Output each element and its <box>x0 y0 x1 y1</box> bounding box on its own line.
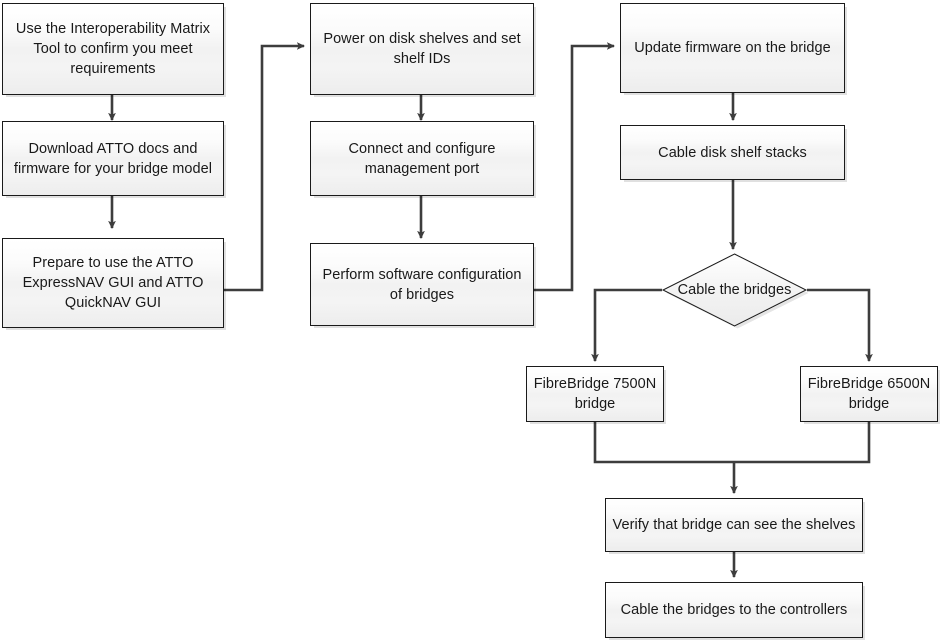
node-cable-bridges-to-controllers[interactable]: Cable the bridges to the controllers <box>605 582 863 638</box>
node-verify-bridge-sees-shelves[interactable]: Verify that bridge can see the shelves <box>605 498 863 552</box>
edge-n9-n11 <box>807 288 873 363</box>
node-label: Connect and configure management port <box>348 140 496 177</box>
edge-n11-merge <box>734 422 871 464</box>
node-software-configuration[interactable]: Perform software configuration of bridge… <box>310 243 534 326</box>
node-label: Cable disk shelf stacks <box>658 144 807 161</box>
node-cable-the-bridges-decision[interactable]: Cable the bridges <box>661 253 809 329</box>
node-label: FibreBridge 6500N bridge <box>807 376 931 412</box>
node-update-firmware[interactable]: Update firmware on the bridge <box>620 3 845 93</box>
node-label: Prepare to use the ATTO ExpressNAV GUI a… <box>22 255 204 311</box>
node-fibrebridge-6500n[interactable]: FibreBridge 6500N bridge <box>800 366 938 422</box>
node-power-on-disk-shelves[interactable]: Power on disk shelves and set shelf IDs <box>310 3 534 95</box>
node-prepare-atto-guis[interactable]: Prepare to use the ATTO ExpressNAV GUI a… <box>2 238 224 328</box>
node-label: Update firmware on the bridge <box>634 40 831 56</box>
node-interoperability-matrix[interactable]: Use the Interoperability Matrix Tool to … <box>2 3 224 95</box>
node-cable-disk-shelf-stacks[interactable]: Cable disk shelf stacks <box>620 125 845 180</box>
edge-n10-merge <box>593 422 734 464</box>
node-download-atto-docs[interactable]: Download ATTO docs and firmware for your… <box>2 121 224 196</box>
node-label: Use the Interoperability Matrix Tool to … <box>15 21 211 77</box>
edge-n6-n7 <box>534 42 616 292</box>
flowchart-canvas: Use the Interoperability Matrix Tool to … <box>0 0 942 642</box>
node-label: Verify that bridge can see the shelves <box>612 517 856 533</box>
edge-n9-n10 <box>591 288 662 363</box>
node-fibrebridge-7500n[interactable]: FibreBridge 7500N bridge <box>526 366 664 422</box>
node-label: Power on disk shelves and set shelf IDs <box>323 31 521 67</box>
node-label: Cable the bridges <box>677 282 792 298</box>
edge-n3-n4 <box>224 42 306 292</box>
node-label: FibreBridge 7500N bridge <box>533 376 657 412</box>
node-label: Cable the bridges to the controllers <box>620 602 848 618</box>
node-label: Download ATTO docs and firmware for your… <box>13 140 213 177</box>
node-connect-management-port[interactable]: Connect and configure management port <box>310 121 534 196</box>
node-label: Perform software configuration of bridge… <box>322 266 522 303</box>
